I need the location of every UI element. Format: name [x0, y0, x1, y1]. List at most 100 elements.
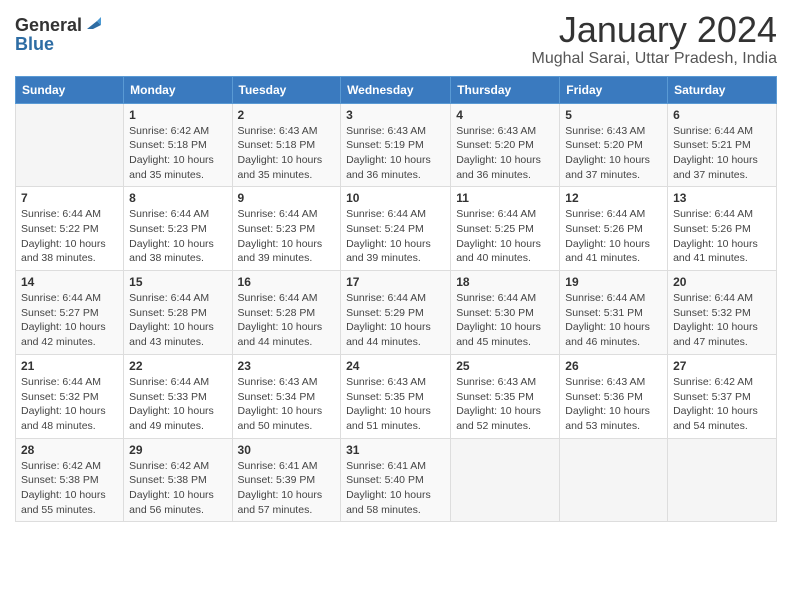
day-number: 5: [565, 108, 662, 122]
day-info: Sunrise: 6:44 AM Sunset: 5:31 PM Dayligh…: [565, 291, 662, 350]
calendar-cell: 30 Sunrise: 6:41 AM Sunset: 5:39 PM Dayli…: [232, 438, 341, 522]
logo-bird-icon: [83, 15, 101, 33]
day-number: 27: [673, 359, 771, 373]
weekday-header-sunday: Sunday: [16, 76, 124, 103]
day-number: 12: [565, 191, 662, 205]
day-info: Sunrise: 6:44 AM Sunset: 5:22 PM Dayligh…: [21, 207, 118, 266]
day-number: 31: [346, 443, 445, 457]
calendar-week-row: 1 Sunrise: 6:42 AM Sunset: 5:18 PM Daylig…: [16, 103, 777, 187]
day-number: 6: [673, 108, 771, 122]
calendar-cell: [560, 438, 668, 522]
day-number: 19: [565, 275, 662, 289]
day-number: 15: [129, 275, 226, 289]
calendar-cell: 13Sunrise: 6:44 AM Sunset: 5:26 PM Dayli…: [668, 187, 777, 271]
calendar-cell: 18 Sunrise: 6:44 AM Sunset: 5:30 PM Dayli…: [451, 271, 560, 355]
day-number: 16: [238, 275, 336, 289]
day-number: 18: [456, 275, 554, 289]
calendar-cell: 25 Sunrise: 6:43 AM Sunset: 5:35 PM Dayli…: [451, 354, 560, 438]
day-number: 3: [346, 108, 445, 122]
calendar-header-row: SundayMondayTuesdayWednesdayThursdayFrid…: [16, 76, 777, 103]
day-number: 9: [238, 191, 336, 205]
calendar-cell: 28 Sunrise: 6:42 AM Sunset: 5:38 PM Dayli…: [16, 438, 124, 522]
day-info: Sunrise: 6:43 AM Sunset: 5:35 PM Dayligh…: [456, 375, 554, 434]
day-info: Sunrise: 6:43 AM Sunset: 5:20 PM Dayligh…: [565, 124, 662, 183]
calendar-cell: 11 Sunrise: 6:44 AM Sunset: 5:25 PM Dayli…: [451, 187, 560, 271]
day-info: Sunrise: 6:43 AM Sunset: 5:35 PM Dayligh…: [346, 375, 445, 434]
day-number: 23: [238, 359, 336, 373]
day-number: 2: [238, 108, 336, 122]
day-info: Sunrise: 6:44 AM Sunset: 5:27 PM Dayligh…: [21, 291, 118, 350]
day-number: 22: [129, 359, 226, 373]
day-info: Sunrise: 6:44 AM Sunset: 5:28 PM Dayligh…: [238, 291, 336, 350]
calendar-cell: 20 Sunrise: 6:44 AM Sunset: 5:32 PM Dayli…: [668, 271, 777, 355]
calendar-cell: 5 Sunrise: 6:43 AM Sunset: 5:20 PM Daylig…: [560, 103, 668, 187]
calendar-cell: 31Sunrise: 6:41 AM Sunset: 5:40 PM Dayli…: [341, 438, 451, 522]
calendar-cell: 23 Sunrise: 6:43 AM Sunset: 5:34 PM Dayli…: [232, 354, 341, 438]
weekday-header-saturday: Saturday: [668, 76, 777, 103]
day-number: 25: [456, 359, 554, 373]
day-info: Sunrise: 6:44 AM Sunset: 5:32 PM Dayligh…: [673, 291, 771, 350]
day-info: Sunrise: 6:44 AM Sunset: 5:25 PM Dayligh…: [456, 207, 554, 266]
calendar-week-row: 21Sunrise: 6:44 AM Sunset: 5:32 PM Dayli…: [16, 354, 777, 438]
calendar-cell: 24 Sunrise: 6:43 AM Sunset: 5:35 PM Dayli…: [341, 354, 451, 438]
day-info: Sunrise: 6:44 AM Sunset: 5:30 PM Dayligh…: [456, 291, 554, 350]
calendar-cell: 1 Sunrise: 6:42 AM Sunset: 5:18 PM Daylig…: [124, 103, 232, 187]
day-info: Sunrise: 6:44 AM Sunset: 5:24 PM Dayligh…: [346, 207, 445, 266]
day-number: 29: [129, 443, 226, 457]
day-number: 7: [21, 191, 118, 205]
calendar-cell: 22Sunrise: 6:44 AM Sunset: 5:33 PM Dayli…: [124, 354, 232, 438]
calendar-week-row: 14Sunrise: 6:44 AM Sunset: 5:27 PM Dayli…: [16, 271, 777, 355]
calendar-week-row: 7 Sunrise: 6:44 AM Sunset: 5:22 PM Daylig…: [16, 187, 777, 271]
month-year-title: January 2024: [532, 10, 777, 50]
day-number: 21: [21, 359, 118, 373]
calendar-cell: [668, 438, 777, 522]
day-number: 8: [129, 191, 226, 205]
calendar-cell: [16, 103, 124, 187]
day-info: Sunrise: 6:43 AM Sunset: 5:36 PM Dayligh…: [565, 375, 662, 434]
weekday-header-thursday: Thursday: [451, 76, 560, 103]
location-subtitle: Mughal Sarai, Uttar Pradesh, India: [532, 50, 777, 68]
day-info: Sunrise: 6:43 AM Sunset: 5:19 PM Dayligh…: [346, 124, 445, 183]
day-number: 1: [129, 108, 226, 122]
day-number: 10: [346, 191, 445, 205]
day-info: Sunrise: 6:43 AM Sunset: 5:20 PM Dayligh…: [456, 124, 554, 183]
weekday-header-friday: Friday: [560, 76, 668, 103]
day-number: 26: [565, 359, 662, 373]
calendar-cell: 17Sunrise: 6:44 AM Sunset: 5:29 PM Dayli…: [341, 271, 451, 355]
day-info: Sunrise: 6:43 AM Sunset: 5:18 PM Dayligh…: [238, 124, 336, 183]
day-info: Sunrise: 6:44 AM Sunset: 5:21 PM Dayligh…: [673, 124, 771, 183]
day-number: 11: [456, 191, 554, 205]
day-info: Sunrise: 6:44 AM Sunset: 5:29 PM Dayligh…: [346, 291, 445, 350]
day-info: Sunrise: 6:44 AM Sunset: 5:23 PM Dayligh…: [129, 207, 226, 266]
calendar-cell: 7 Sunrise: 6:44 AM Sunset: 5:22 PM Daylig…: [16, 187, 124, 271]
calendar-table: SundayMondayTuesdayWednesdayThursdayFrid…: [15, 76, 777, 523]
calendar-cell: 10 Sunrise: 6:44 AM Sunset: 5:24 PM Dayli…: [341, 187, 451, 271]
calendar-cell: 9Sunrise: 6:44 AM Sunset: 5:23 PM Daylig…: [232, 187, 341, 271]
calendar-cell: 12Sunrise: 6:44 AM Sunset: 5:26 PM Dayli…: [560, 187, 668, 271]
day-number: 28: [21, 443, 118, 457]
day-info: Sunrise: 6:42 AM Sunset: 5:18 PM Dayligh…: [129, 124, 226, 183]
day-number: 20: [673, 275, 771, 289]
logo: General Blue: [15, 15, 101, 55]
day-number: 13: [673, 191, 771, 205]
calendar-cell: 29 Sunrise: 6:42 AM Sunset: 5:38 PM Dayli…: [124, 438, 232, 522]
day-info: Sunrise: 6:42 AM Sunset: 5:38 PM Dayligh…: [129, 459, 226, 518]
day-info: Sunrise: 6:43 AM Sunset: 5:34 PM Dayligh…: [238, 375, 336, 434]
logo-general-text: General: [15, 15, 82, 36]
calendar-cell: 4Sunrise: 6:43 AM Sunset: 5:20 PM Daylig…: [451, 103, 560, 187]
title-area: January 2024 Mughal Sarai, Uttar Pradesh…: [532, 10, 777, 68]
day-number: 30: [238, 443, 336, 457]
day-number: 24: [346, 359, 445, 373]
day-info: Sunrise: 6:42 AM Sunset: 5:38 PM Dayligh…: [21, 459, 118, 518]
logo-blue-text: Blue: [15, 34, 54, 55]
weekday-header-monday: Monday: [124, 76, 232, 103]
weekday-header-tuesday: Tuesday: [232, 76, 341, 103]
day-info: Sunrise: 6:44 AM Sunset: 5:28 PM Dayligh…: [129, 291, 226, 350]
calendar-cell: 27 Sunrise: 6:42 AM Sunset: 5:37 PM Dayli…: [668, 354, 777, 438]
calendar-week-row: 28 Sunrise: 6:42 AM Sunset: 5:38 PM Dayli…: [16, 438, 777, 522]
weekday-header-wednesday: Wednesday: [341, 76, 451, 103]
day-info: Sunrise: 6:41 AM Sunset: 5:39 PM Dayligh…: [238, 459, 336, 518]
calendar-cell: 15 Sunrise: 6:44 AM Sunset: 5:28 PM Dayli…: [124, 271, 232, 355]
day-info: Sunrise: 6:42 AM Sunset: 5:37 PM Dayligh…: [673, 375, 771, 434]
header: General Blue January 2024 Mughal Sarai, …: [15, 10, 777, 68]
